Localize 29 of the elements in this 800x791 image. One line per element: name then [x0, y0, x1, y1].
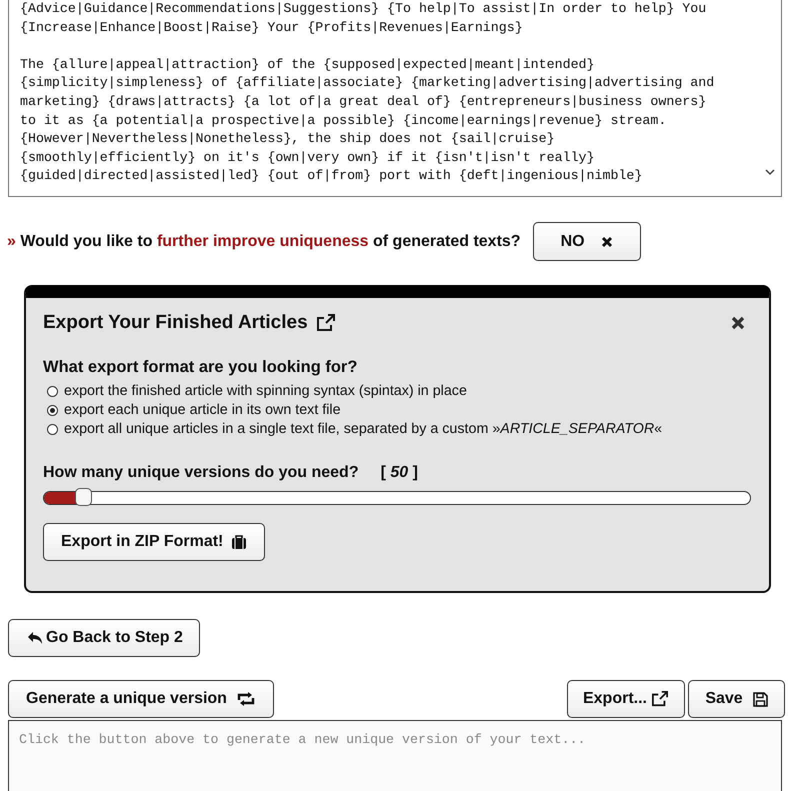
external-link-icon	[651, 691, 669, 707]
radio-button[interactable]	[47, 386, 58, 396]
export-zip-button[interactable]: Export in ZIP Format!	[43, 523, 266, 561]
option-label: export all unique articles in a single text file, separated by a custom »ARTICLE_SEPARATOR«	[64, 421, 662, 437]
option-label: export the finished article with spinning syntax (spintax) in place	[64, 383, 467, 399]
versions-label: How many unique versions do you need?	[43, 464, 359, 482]
go-back-button[interactable]: Go Back to Step 2	[8, 619, 200, 657]
no-button[interactable]: NO	[532, 222, 641, 261]
close-icon	[600, 236, 613, 248]
versions-count: [ 50 ]	[380, 464, 418, 482]
export-button[interactable]: Export...	[567, 680, 685, 718]
repeat-icon	[236, 692, 255, 706]
external-link-icon	[316, 314, 336, 332]
option-label: export each unique article in its own text file	[64, 402, 341, 418]
spintax-text-area[interactable]	[8, 0, 782, 197]
panel-title: Export Your Finished Articles	[43, 312, 308, 334]
slider-handle[interactable]	[75, 488, 92, 506]
radio-button[interactable]	[47, 404, 58, 416]
generate-button[interactable]: Generate a unique version	[8, 680, 274, 718]
spintax-text: {Advice|Guidance|Recommendations|Suggestions} {To help|To assist|In order to help} You {Increase|Enhance|Boost|Raise} Your {Profits|Revenues|Earnings} The {allure|appeal|attraction} of the {supposed|expected|meant|intended} {simplicity|simpleness} of {affiliate|associate} {marketing|advertising|advertising and marketing} {draws|attracts} {a lot of|a great deal of} {entrepreneurs|business owners} to it as {a potential|a prospective|a possible} {income|earnings|revenue} stream. {However|Nevertheless|Nonetheless}, the ship does not {sail|cruise} {smoothly|efficiently} on it's {own|very own} if it {isn't|isn't really} {guided|directed|assisted|led} {out of|from} port with {deft|ingenious|nimble}	[19, 0, 716, 186]
uniqueness-question: » Would you like to further improve uniqueness of generated texts?	[7, 232, 521, 250]
radio-button[interactable]	[47, 424, 58, 434]
format-question: What export format are you looking for?	[43, 358, 358, 377]
output-text-area[interactable]: Click the button above to generate a new unique version of your text...	[8, 720, 782, 791]
save-button[interactable]: Save	[688, 680, 785, 718]
close-icon[interactable]	[731, 316, 745, 330]
scroll-down-icon[interactable]	[765, 169, 775, 176]
briefcase-icon	[231, 534, 248, 550]
reply-arrow-icon	[27, 631, 43, 645]
